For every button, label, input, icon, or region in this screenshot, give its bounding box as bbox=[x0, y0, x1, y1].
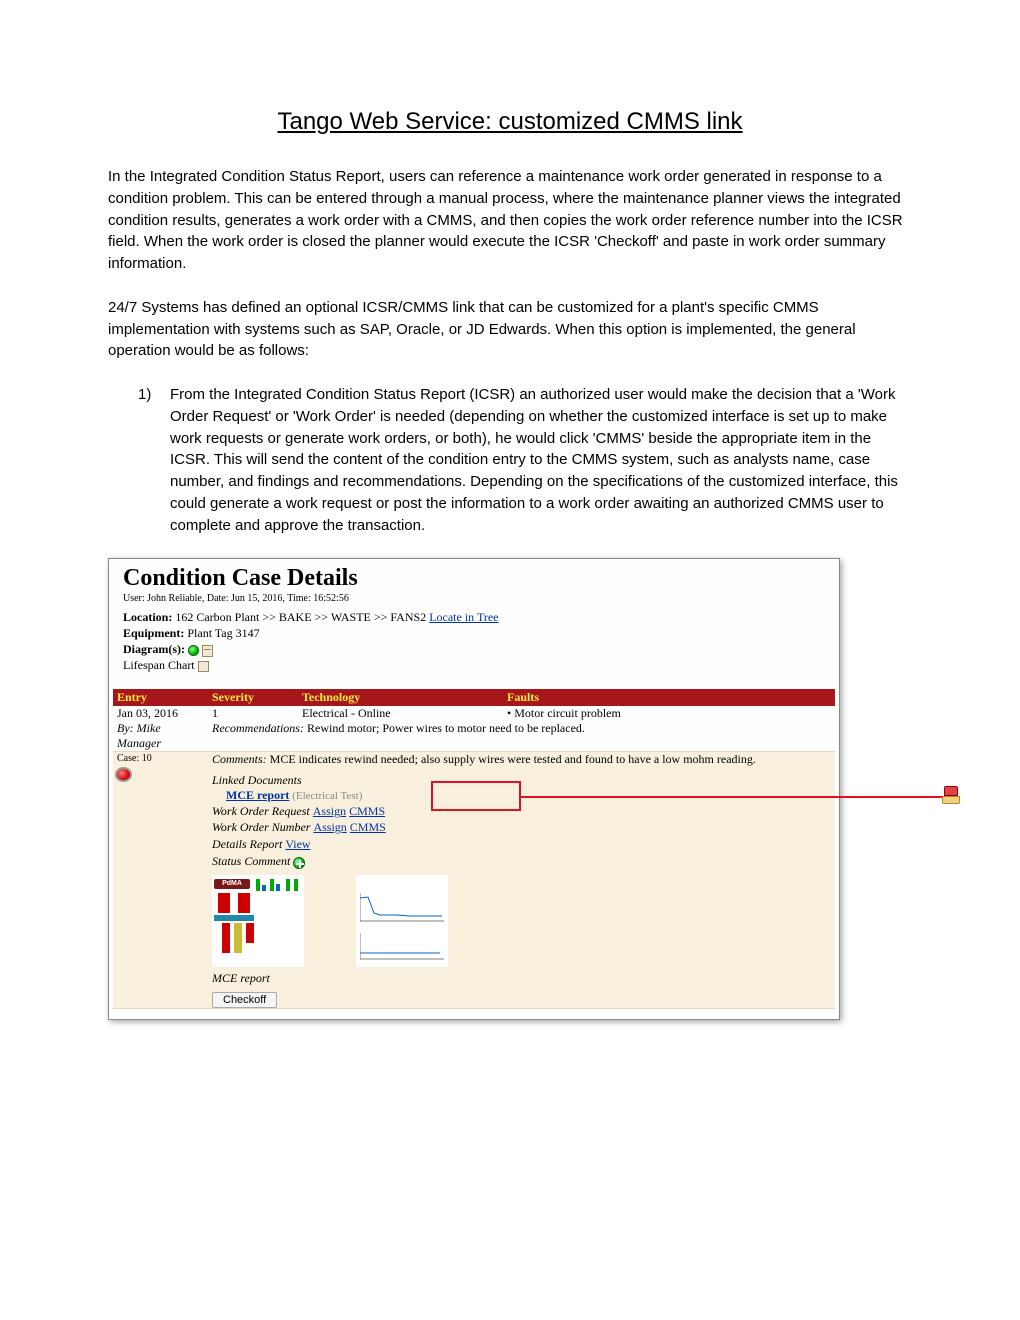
intro-paragraph-1: In the Integrated Condition Status Repor… bbox=[108, 166, 912, 275]
lifespan-label: Lifespan Chart bbox=[123, 658, 198, 672]
wor-assign-link[interactable]: Assign bbox=[313, 804, 346, 818]
panel-location: Location: 162 Carbon Plant >> BAKE >> WA… bbox=[123, 610, 825, 625]
table-row: By: Mike Manager Recommendations: Rewind… bbox=[113, 721, 835, 752]
equipment-value: Plant Tag 3147 bbox=[184, 626, 259, 640]
locate-in-tree-link[interactable]: Locate in Tree bbox=[429, 610, 498, 624]
comments-value: MCE indicates rewind needed; also supply… bbox=[267, 752, 756, 766]
location-value: 162 Carbon Plant >> BAKE >> WASTE >> FAN… bbox=[172, 610, 429, 624]
step-1: 1) From the Integrated Condition Status … bbox=[108, 384, 912, 536]
by-label: By: bbox=[117, 721, 134, 735]
diagram-dot-icon[interactable] bbox=[188, 645, 199, 656]
col-severity: Severity bbox=[208, 689, 298, 706]
won-cmms-link[interactable]: CMMS bbox=[350, 820, 386, 834]
panel-diagrams: Diagram(s): bbox=[123, 642, 825, 657]
step-1-text: From the Integrated Condition Status Rep… bbox=[170, 386, 898, 534]
panel-lifespan: Lifespan Chart bbox=[123, 658, 825, 673]
lifespan-chart-icon[interactable] bbox=[198, 661, 209, 672]
mce-report-note: (Electrical Test) bbox=[289, 790, 362, 802]
linked-documents-label: Linked Documents bbox=[212, 773, 831, 788]
embedded-screenshot: Condition Case Details User: John Reliab… bbox=[108, 558, 912, 1020]
cell-entry-date: Jan 03, 2016 bbox=[113, 706, 208, 721]
intro-paragraph-2: 24/7 Systems has defined an optional ICS… bbox=[108, 297, 912, 362]
diagram-page-icon[interactable] bbox=[202, 645, 213, 657]
severity-indicator-icon bbox=[115, 767, 132, 782]
recommendations-value: Rewind motor; Power wires to motor need … bbox=[304, 721, 585, 735]
thumbnail-pdma[interactable]: PdMA bbox=[212, 875, 304, 967]
details-report-label: Details Report bbox=[212, 837, 285, 851]
panel-equipment: Equipment: Plant Tag 3147 bbox=[123, 626, 825, 641]
mce-report-link[interactable]: MCE report bbox=[226, 788, 289, 802]
location-label: Location: bbox=[123, 610, 172, 624]
case-value: 10 bbox=[139, 753, 152, 764]
step-1-number: 1) bbox=[138, 384, 151, 406]
cell-faults: • Motor circuit problem bbox=[503, 706, 835, 721]
col-faults: Faults bbox=[503, 689, 835, 706]
panel-meta: User: John Reliable, Date: Jun 15, 2016,… bbox=[123, 593, 825, 604]
col-entry: Entry bbox=[113, 689, 208, 706]
thumbnail-label: MCE report bbox=[212, 971, 831, 986]
thumbnail-chart[interactable] bbox=[356, 875, 448, 967]
comments-label: Comments: bbox=[212, 752, 267, 766]
panel-title: Condition Case Details bbox=[123, 565, 825, 592]
table-row: Case: 10 Comments: MCE indicates rewind … bbox=[113, 752, 835, 1009]
equipment-label: Equipment: bbox=[123, 626, 184, 640]
table-row: Jan 03, 2016 1 Electrical - Online • Mot… bbox=[113, 706, 835, 721]
cell-technology: Electrical - Online bbox=[298, 706, 503, 721]
wor-cmms-link[interactable]: CMMS bbox=[349, 804, 385, 818]
cell-severity: 1 bbox=[208, 706, 298, 721]
callout-marker-icon bbox=[942, 786, 960, 806]
checkoff-button[interactable]: Checkoff bbox=[212, 992, 277, 1008]
details-view-link[interactable]: View bbox=[285, 837, 310, 851]
recommendations-label: Recommendations: bbox=[212, 721, 304, 735]
won-assign-link[interactable]: Assign bbox=[313, 820, 346, 834]
work-order-number-label: Work Order Number bbox=[212, 820, 313, 834]
add-comment-icon[interactable] bbox=[293, 857, 305, 869]
status-comment-label: Status Comment bbox=[212, 854, 293, 868]
work-order-request-label: Work Order Request bbox=[212, 804, 313, 818]
page-title: Tango Web Service: customized CMMS link bbox=[108, 108, 912, 136]
diagrams-label: Diagram(s): bbox=[123, 642, 188, 656]
col-technology: Technology bbox=[298, 689, 503, 706]
entries-table: Entry Severity Technology Faults Jan 03,… bbox=[113, 689, 835, 1009]
case-label: Case: bbox=[117, 753, 139, 764]
